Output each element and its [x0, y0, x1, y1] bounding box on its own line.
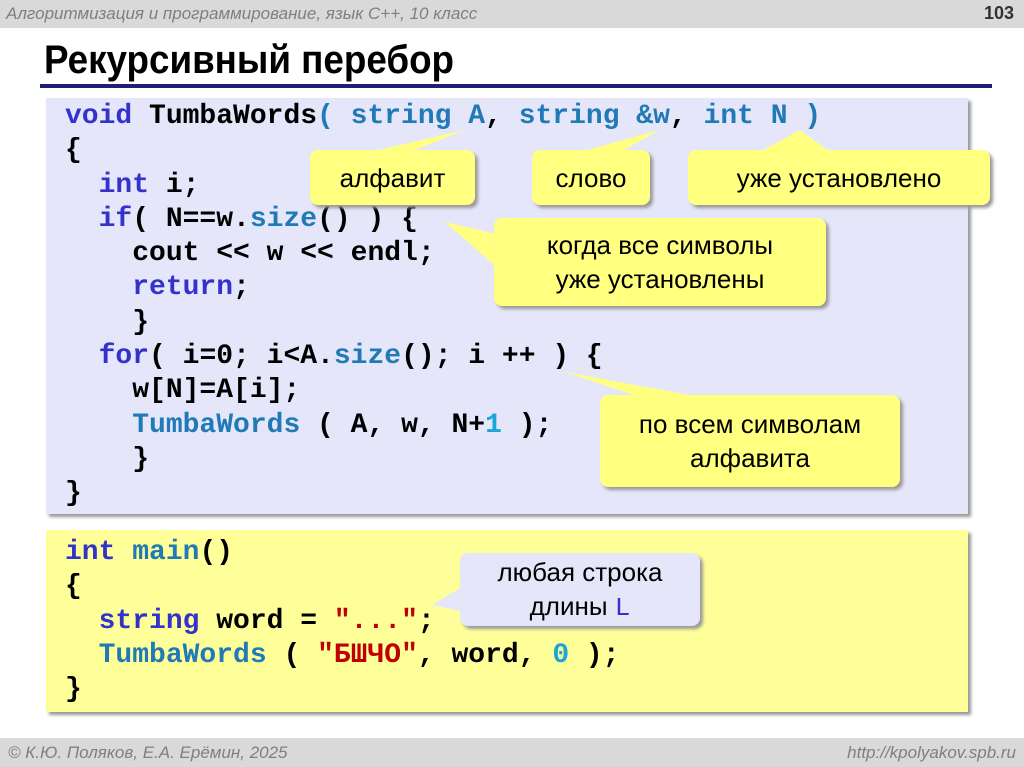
callout-text: алфавит [339, 162, 446, 193]
code-token: w[N]=A[i]; [65, 375, 301, 407]
code-token: if [98, 203, 133, 235]
title-divider [40, 84, 992, 88]
callout-word: слово [532, 150, 650, 205]
code-token: TumbaWords [132, 409, 301, 441]
code-token: , [669, 101, 704, 132]
page-number: 103 [983, 3, 1014, 23]
code-token: () [199, 537, 234, 568]
code-token: int [65, 537, 133, 568]
code-token: cout << w << endl; [65, 238, 435, 270]
code-token: 1 [485, 409, 502, 441]
callout-all-symbols: по всем символам алфавита [600, 395, 900, 487]
code-token: main [132, 537, 200, 568]
callout-text: уже установлено [736, 162, 942, 193]
code-token: size [333, 341, 402, 373]
callout-text: по всем символам [638, 409, 862, 439]
code-line: } [65, 673, 620, 707]
code-token: TumbaWords [98, 639, 267, 671]
footer-site[interactable]: http://kpolyakov.spb.ru [847, 743, 1016, 763]
slide-title: Рекурсивный перебор [44, 38, 455, 82]
code-token: } [65, 443, 150, 475]
code-token: int N ) [703, 101, 822, 132]
code-token: ); [501, 409, 553, 441]
footer-authors: © К.Ю. Поляков, Е.А. Ерёмин, 2025 [8, 743, 288, 762]
footer-bar: © К.Ю. Поляков, Е.А. Ерёмин, 2025 http:/… [0, 738, 1024, 767]
code-line: for( i=0; i<A.size(); i ++ ) { [65, 340, 821, 374]
code-token: ; [233, 272, 250, 304]
code-token: ; [417, 605, 435, 637]
code-token: ); [569, 639, 620, 671]
callout-text: уже установлены [555, 264, 765, 294]
code-token: } [65, 674, 82, 706]
code-token: { [65, 135, 82, 167]
code-token: ( A, w, N+ [300, 409, 486, 441]
code-token: int [98, 169, 150, 201]
course-title: Алгоритмизация и программирование, язык … [6, 4, 478, 23]
code-token: (); i ++ ) { [401, 341, 603, 373]
code-token: i; [149, 169, 200, 201]
callout-text: слово [555, 162, 627, 193]
callout-alphabet: алфавит [310, 150, 475, 205]
code-token: ( i=0; i<A. [149, 341, 334, 373]
code-token: string [98, 605, 200, 637]
callout-variable: L [614, 592, 631, 623]
code-token: , word, [417, 639, 553, 671]
code-token: 0 [552, 639, 570, 671]
callout-any-string: любая строка длины L [460, 553, 700, 626]
code-token: ( N==w. [132, 203, 250, 235]
code-token: return [132, 272, 234, 304]
header-bar: Алгоритмизация и программирование, язык … [0, 0, 1024, 28]
code-token: size [249, 203, 318, 235]
code-token: } [65, 478, 82, 510]
code-token: void [65, 101, 150, 132]
callout-already-set: уже установлено [688, 150, 990, 205]
code-line: } [65, 306, 821, 340]
code-token: () ) { [317, 203, 418, 235]
code-token: word = [199, 605, 334, 637]
code-line: void TumbaWords( string A, string &w, in… [65, 100, 821, 134]
code-line: TumbaWords ( "БШЧО", word, 0 ); [65, 639, 620, 673]
code-token: ( string A [317, 101, 486, 132]
code-token: { [65, 571, 82, 603]
callout-text: любая строка [497, 556, 663, 587]
code-token: for [98, 341, 150, 373]
callout-text: алфавита [690, 443, 810, 473]
code-token: } [65, 306, 150, 338]
code-token: "БШЧО" [317, 639, 418, 671]
code-token: , [485, 101, 519, 132]
callout-text: длины [529, 590, 615, 621]
callout-text-line: длины L [530, 589, 631, 625]
code-token: string &w [518, 101, 670, 132]
callout-text: когда все символы [546, 230, 774, 260]
callout-all-set: когда все символы уже установлены [494, 218, 826, 306]
code-token: TumbaWords [149, 101, 318, 132]
code-token: "..." [333, 605, 418, 637]
code-token: ( [266, 639, 318, 671]
